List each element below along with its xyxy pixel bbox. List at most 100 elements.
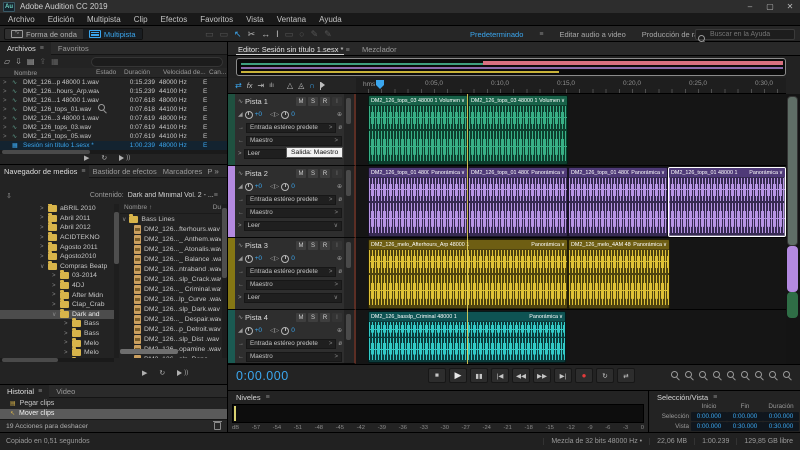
view-end-value[interactable]: 0:30.000 [727, 422, 763, 431]
mute-button[interactable]: M [296, 313, 306, 322]
skip-to-end-button[interactable]: ▶| [554, 368, 572, 383]
media-col-duracion[interactable]: Du [213, 204, 221, 211]
spot-healing-icon[interactable]: ✎ [324, 29, 332, 40]
metering-icon[interactable]: ılı [269, 83, 274, 89]
media-file-row[interactable]: DM2_126..._ Anthem.wav [120, 234, 221, 244]
history-item[interactable]: ↖ Mover clips [0, 408, 227, 419]
media-file-row[interactable]: DM2_126...fterhours.wav [120, 224, 221, 234]
selection-duration-value[interactable]: 0:00.000 [763, 412, 799, 421]
media-list-hscrollbar[interactable] [120, 349, 180, 354]
vertical-zoom-scrollbar[interactable] [786, 94, 800, 364]
tree-hscrollbar[interactable] [0, 358, 114, 362]
solo-button[interactable]: S [308, 97, 318, 106]
zoom-in-amplitude-icon[interactable] [699, 371, 708, 380]
pan-value[interactable]: 0 [291, 255, 295, 262]
media-file-row[interactable]: DM2_126...slp_Dark.wav [120, 304, 221, 314]
track-name[interactable]: Pista 1 [245, 97, 294, 106]
track-name[interactable]: Pista 4 [245, 313, 294, 322]
track-vscrollbar[interactable] [344, 94, 354, 165]
menu-item[interactable]: Favoritos [200, 15, 233, 24]
vscroll-thumb[interactable] [787, 96, 798, 246]
delete-file-icon[interactable]: ▦ [51, 57, 59, 66]
tree-chevron-icon[interactable]: > [64, 321, 69, 327]
tree-folder-row[interactable]: > ACIDTEKNO [0, 232, 114, 243]
marquee-selection-icon[interactable]: ▭ [285, 29, 294, 40]
tab-editor[interactable]: Editor: Sesión sin título 1.sesx * ≡ [238, 45, 350, 54]
snap-icon[interactable]: ∩ [309, 81, 315, 90]
tree-chevron-icon[interactable]: > [40, 206, 45, 212]
pan-value[interactable]: 0 [291, 327, 295, 334]
tab-navegador-medios[interactable]: Navegador de medios ≡ [0, 164, 90, 178]
tree-folder-row[interactable]: > Clap_Crab [0, 299, 114, 310]
automation-expand-icon[interactable]: > [238, 295, 242, 301]
track-vscrollbar[interactable] [344, 238, 354, 309]
spectral-pitch-icon[interactable]: ▭ [220, 29, 229, 40]
pan-knob[interactable] [281, 182, 290, 191]
media-file-row[interactable]: DM2_126..._ Criminal.wav [120, 284, 221, 294]
session-file-row[interactable]: ▦ Sesión sin título 1.sesx * 1:00.239 48… [0, 141, 227, 150]
preview-volume-icon[interactable]: )) [177, 370, 188, 376]
volume-knob[interactable] [244, 326, 253, 335]
tree-folder-row[interactable]: > aBRIL 2010 [0, 204, 114, 214]
skip-to-start-button[interactable]: |◀ [491, 368, 509, 383]
tab-bastidor-efectos[interactable]: Bastidor de efectos [89, 165, 159, 178]
menu-item[interactable]: Edición [48, 15, 74, 24]
media-folder-row[interactable]: ∨ Bass Lines [120, 214, 221, 224]
media-import-icon[interactable]: ⇩ [6, 192, 12, 200]
session-overview-navigator[interactable] [236, 58, 786, 76]
mute-button[interactable]: M [296, 241, 306, 250]
skip-selection-button[interactable]: ⇄ [617, 368, 635, 383]
tree-folder-row[interactable]: > Melo [0, 337, 114, 348]
loop-playback-button[interactable]: ↻ [596, 368, 614, 383]
selection-start-value[interactable]: 0:00.000 [691, 412, 727, 421]
volume-knob[interactable] [244, 254, 253, 263]
preview-volume-icon[interactable]: )) [119, 155, 130, 161]
arm-record-button[interactable]: R [320, 241, 330, 250]
folder-expand-icon[interactable]: ∨ [122, 216, 126, 223]
stop-button[interactable]: ■ [428, 368, 446, 383]
preview-play-icon[interactable]: ▶ [84, 154, 89, 162]
audio-clip-selected[interactable]: DM2_126_tops_01 48000 1 Panorámica ∨ [668, 167, 786, 237]
expand-icon[interactable]: > [3, 107, 12, 113]
expand-icon[interactable]: > [3, 125, 12, 131]
tree-folder-row[interactable]: > Agosto 2011 [0, 241, 114, 252]
zoom-full-icon[interactable] [783, 371, 792, 380]
slip-tool-icon[interactable]: ↔ [261, 29, 270, 39]
timeline-ruler[interactable]: hms 0:05,0 0:10,0 0:15,0 0:20,0 0:25,0 0:30,0 [356, 78, 786, 94]
panel-overflow-icon[interactable]: » [214, 167, 218, 176]
new-item-icon[interactable]: ▤ [27, 57, 35, 66]
tree-folder-row[interactable]: > Bass [0, 318, 114, 329]
track-name[interactable]: Pista 2 [245, 169, 294, 178]
playhead-handle-icon[interactable] [376, 80, 384, 89]
tab-favoritos[interactable]: Favoritos [51, 42, 96, 55]
track-header[interactable]: ∿ Pista 3 M S R I ◢ +0 ◁▷ 0 ⊕ → Entrada … [228, 238, 356, 310]
tree-chevron-icon[interactable]: > [40, 254, 45, 260]
playhead-line[interactable] [467, 94, 468, 364]
tree-chevron-icon[interactable]: > [40, 225, 45, 231]
tab-propiedades[interactable]: P [205, 165, 214, 178]
col-velocidad[interactable]: Velocidad de... [163, 69, 206, 76]
media-file-row[interactable]: DM2_126...slp_Crack.wav [120, 274, 221, 284]
tree-folder-row[interactable]: > After Midn [0, 289, 114, 300]
view-start-value[interactable]: 0:00.000 [691, 422, 727, 431]
history-item[interactable]: ▤ Pegar clips [0, 398, 227, 409]
open-file-icon[interactable]: ▱ [4, 57, 10, 66]
tree-chevron-icon[interactable]: > [40, 235, 45, 241]
play-button[interactable]: ▶ [449, 368, 467, 383]
metronome-icon[interactable]: △ [287, 81, 293, 90]
file-row[interactable]: > ∿ DM2_126_tops_03.wav 0:07.619 44100 H… [0, 123, 227, 132]
file-row[interactable]: > ∿ DM2_126...3 48000 1.wav 0:07.619 480… [0, 114, 227, 123]
tree-chevron-icon[interactable]: ∨ [40, 263, 45, 270]
menu-item[interactable]: Multipista [87, 15, 121, 24]
workspace-tab-default[interactable]: Predeterminado [470, 30, 523, 39]
tree-chevron-icon[interactable]: > [64, 331, 69, 337]
tab-archivos[interactable]: Archivos ≡ [0, 41, 51, 55]
tree-chevron-icon[interactable]: > [64, 340, 69, 346]
volume-value[interactable]: +0 [255, 183, 262, 190]
preview-loop-icon[interactable]: ↻ [159, 369, 165, 377]
routing-icon[interactable]: ⇥ [258, 81, 265, 90]
tree-chevron-icon[interactable]: > [40, 215, 45, 221]
audio-clip[interactable]: DM2_126_melo_4AM 48000 1Panorámica∨ [568, 239, 670, 309]
solo-button[interactable]: S [308, 241, 318, 250]
zoom-reset-icon[interactable] [769, 371, 778, 380]
